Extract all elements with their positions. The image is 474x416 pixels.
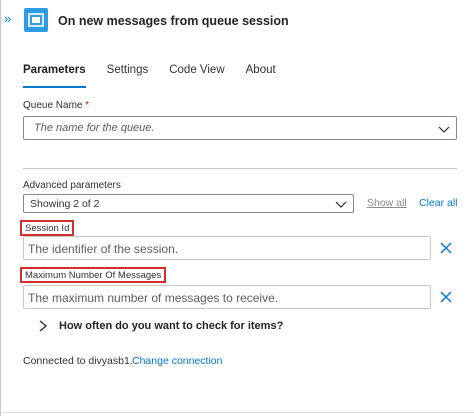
service-bus-queue-icon <box>24 8 48 32</box>
queue-name-placeholder: The name for the queue. <box>34 122 155 134</box>
advanced-parameters-label: Advanced parameters <box>23 180 121 191</box>
session-id-input[interactable]: The identifier of the session. <box>23 236 431 260</box>
show-all-link[interactable]: Show all <box>367 197 407 209</box>
max-messages-input[interactable]: The maximum number of messages to receiv… <box>23 285 431 309</box>
remove-max-messages-icon[interactable] <box>439 290 453 304</box>
trigger-title: On new messages from queue session <box>58 14 289 28</box>
bottom-divider <box>1 412 474 413</box>
tab-parameters[interactable]: Parameters <box>23 62 86 88</box>
advanced-parameters-value: Showing 2 of 2 <box>30 198 100 210</box>
remove-session-id-icon[interactable] <box>439 241 453 255</box>
connection-status: Connected to divyasb1. <box>23 355 133 367</box>
chevron-down-icon <box>438 126 450 133</box>
section-divider <box>23 168 457 169</box>
queue-name-label: Queue Name * <box>23 100 89 111</box>
tab-code-view[interactable]: Code View <box>169 62 224 88</box>
tab-settings[interactable]: Settings <box>107 62 149 88</box>
expand-panel-icon[interactable]: » <box>4 12 18 26</box>
trigger-card: » On new messages from queue session Par… <box>0 0 474 416</box>
chevron-down-icon <box>335 201 347 208</box>
max-messages-label: Maximum Number Of Messages <box>20 267 167 283</box>
queue-name-dropdown[interactable]: The name for the queue. <box>23 116 457 140</box>
queue-name-label-text: Queue Name <box>23 100 83 111</box>
session-id-placeholder: The identifier of the session. <box>28 242 179 256</box>
tab-about[interactable]: About <box>246 62 276 88</box>
required-marker: * <box>85 100 90 111</box>
recurrence-expander[interactable]: How often do you want to check for items… <box>59 320 283 332</box>
max-messages-placeholder: The maximum number of messages to receiv… <box>28 291 279 305</box>
change-connection-link[interactable]: Change connection <box>132 355 223 367</box>
tab-bar: Parameters Settings Code View About <box>23 62 297 88</box>
session-id-label: Session Id <box>20 220 75 236</box>
advanced-parameters-dropdown[interactable]: Showing 2 of 2 <box>23 194 354 213</box>
chevron-right-icon[interactable] <box>38 320 48 332</box>
clear-all-link[interactable]: Clear all <box>419 197 458 209</box>
